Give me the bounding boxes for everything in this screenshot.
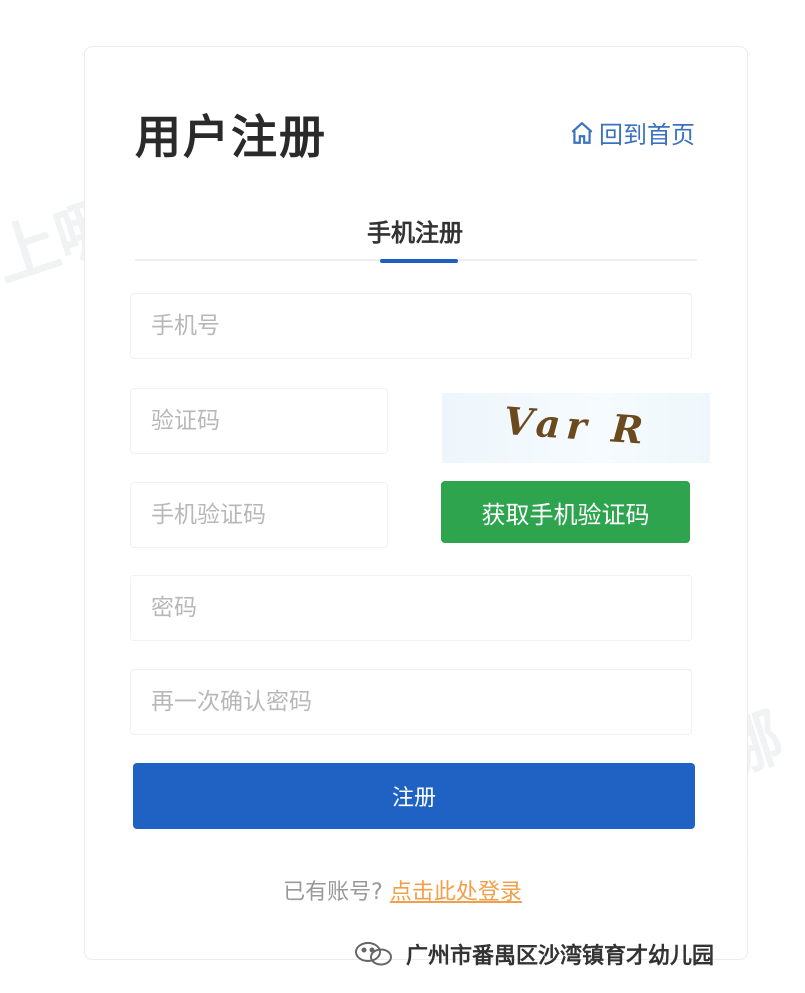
home-link-label: 回到首页 [599, 121, 695, 149]
home-icon [571, 121, 593, 144]
phone-input[interactable] [151, 294, 691, 358]
source-attribution: 广州市番禺区沙湾镇育才幼儿园 [352, 938, 714, 970]
wechat-icon [355, 942, 392, 966]
source-account-name: 广州市番禺区沙湾镇育才幼儿园 [406, 944, 715, 969]
confirm-password-field [130, 669, 692, 735]
register-button[interactable]: 注册 [133, 763, 695, 829]
captcha-text: Var R [502, 398, 650, 453]
tab-bar: 手机注册 [135, 207, 697, 263]
confirm-password-input[interactable] [151, 670, 691, 734]
password-input[interactable] [151, 576, 691, 640]
captcha-field [130, 388, 388, 454]
captcha-image[interactable]: Var R [442, 393, 710, 463]
login-prompt: 已有账号? 点击此处登录 [0, 874, 805, 906]
home-link[interactable]: 回到首页 [569, 115, 695, 150]
sms-code-input[interactable] [151, 483, 387, 547]
captcha-input[interactable] [151, 389, 387, 453]
login-prompt-text: 已有账号? [283, 880, 383, 905]
get-sms-code-button[interactable]: 获取手机验证码 [441, 481, 690, 543]
tab-phone-register[interactable]: 手机注册 [365, 213, 465, 263]
page-title: 用户注册 [135, 110, 327, 164]
password-field [130, 575, 692, 641]
captcha-graphic: Var R [502, 398, 650, 453]
phone-field [130, 293, 692, 359]
login-link[interactable]: 点击此处登录 [390, 880, 522, 905]
sms-code-field [130, 482, 388, 548]
